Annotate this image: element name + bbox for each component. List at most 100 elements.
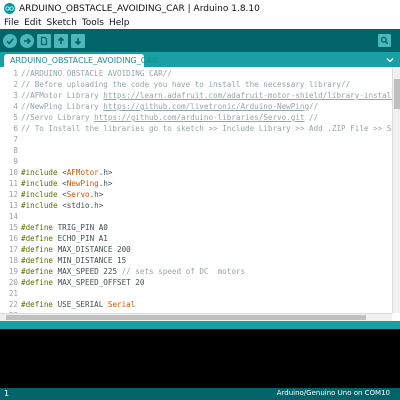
code-text: #define MIN_DISTANCE 15 <box>21 255 126 266</box>
line-number: 3 <box>13 91 18 100</box>
line-number: 7 <box>13 135 18 144</box>
code-text: #include <AFMotor.h> <box>21 167 112 178</box>
line-number: 19 <box>8 267 18 276</box>
code-token: USE_SERIAL <box>57 300 108 309</box>
arrow-right-icon <box>24 37 32 44</box>
code-line[interactable]: 14 <box>0 211 400 222</box>
code-line[interactable]: 10 #include <AFMotor.h> <box>0 167 400 178</box>
line-number: 2 <box>13 80 18 89</box>
toolbar <box>0 29 400 52</box>
code-token: // <box>309 102 319 111</box>
code-line[interactable]: 12 #include <Servo.h> <box>0 189 400 200</box>
code-line[interactable]: 13 #include <stdio.h> <box>0 200 400 211</box>
code-token: // <box>304 113 319 122</box>
code-token: //AFMotor Library <box>21 91 104 100</box>
magnifier-icon <box>380 36 389 45</box>
code-line[interactable]: 4//NewPing Library https://github.com/li… <box>0 101 400 112</box>
horizontal-scrollbar[interactable] <box>0 313 392 321</box>
code-line[interactable]: 5//Servo Library https://github.com/ardu… <box>0 112 400 123</box>
upload-button[interactable] <box>20 33 34 48</box>
code-token: MAX_SPEED 225 <box>57 267 122 276</box>
code-editor[interactable]: 1//ARDUINO OBSTACLE AVOIDING CAR//2// Be… <box>0 67 400 321</box>
menu-help[interactable]: Help <box>109 18 130 28</box>
code-token: https://learn.adafruit.com/adafruit-moto… <box>103 91 396 100</box>
code-token: //NewPing Library <box>21 102 104 111</box>
code-line[interactable]: 6// To Install the libraries go to sketc… <box>0 123 400 134</box>
code-text: #define USE_SERIAL Serial <box>21 299 135 310</box>
line-number: 8 <box>13 146 18 155</box>
code-token: https://github.com/arduino-libraries/Ser… <box>94 113 305 122</box>
code-line[interactable]: 16 #define ECHO_PIN A1 <box>0 233 400 244</box>
save-arrow-down-icon <box>74 37 82 45</box>
code-token: #define <box>21 267 58 276</box>
line-number: 4 <box>13 102 18 111</box>
code-line[interactable]: 7 <box>0 134 400 145</box>
code-token: // sets speed of DC motors <box>121 267 246 276</box>
code-text: // To Install the libraries go to sketch… <box>21 123 400 134</box>
line-number: 10 <box>8 168 18 177</box>
serial-monitor-button[interactable] <box>378 34 391 47</box>
open-button[interactable] <box>54 33 68 48</box>
line-number: 13 <box>8 201 18 210</box>
line-number: 9 <box>13 157 18 166</box>
menu-file[interactable]: File <box>4 18 19 28</box>
code-line[interactable]: 9 <box>0 156 400 167</box>
menu-edit[interactable]: Edit <box>24 18 41 28</box>
code-line[interactable]: 18 #define MIN_DISTANCE 15 <box>0 255 400 266</box>
save-button[interactable] <box>71 33 85 48</box>
code-token: //ARDUINO OBSTACLE AVOIDING CAR// <box>21 69 172 78</box>
vertical-scrollbar[interactable] <box>392 67 400 313</box>
line-number: 14 <box>8 212 18 221</box>
window-title: ARDUINO_OBSTACLE_AVOIDING_CAR | Arduino … <box>19 3 260 14</box>
code-line[interactable]: 22 #define USE_SERIAL Serial <box>0 299 400 310</box>
horizontal-scroll-thumb[interactable] <box>6 315 366 320</box>
open-arrow-up-icon <box>57 36 65 44</box>
menu-bar: File Edit Sketch Tools Help <box>0 17 400 29</box>
line-number: 1 <box>13 69 18 78</box>
line-number: 5 <box>13 113 18 122</box>
line-number: 22 <box>8 300 18 309</box>
code-text: #define MAX_DISTANCE 200 <box>21 244 131 255</box>
code-line[interactable]: 21 <box>0 288 400 299</box>
code-line[interactable]: 17 #define MAX_DISTANCE 200 <box>0 244 400 255</box>
code-token: #define <box>21 223 58 232</box>
arduino-logo-icon <box>4 3 15 14</box>
menu-sketch[interactable]: Sketch <box>47 18 77 28</box>
code-token: #include <box>21 168 63 177</box>
tab-sketch[interactable]: ARDUINO_OBSTACLE_AVOIDING_CAR <box>4 54 157 67</box>
code-text: #include <NewPing.h> <box>21 178 112 189</box>
code-line[interactable]: 19 #define MAX_SPEED 225 // sets speed of… <box>0 266 400 277</box>
code-token: https://github.com/livetronic/Arduino-Ne… <box>103 102 310 111</box>
code-line[interactable]: 15 #define TRIG_PIN A0 <box>0 222 400 233</box>
code-token: // To Install the libraries go to sketch… <box>21 124 400 133</box>
code-token: #define <box>21 300 58 309</box>
code-line[interactable]: 1//ARDUINO OBSTACLE AVOIDING CAR// <box>0 68 400 79</box>
code-token: #define <box>21 278 58 287</box>
code-text: // Before uploading the code you have to… <box>21 79 350 90</box>
code-text: //ARDUINO OBSTACLE AVOIDING CAR// <box>21 68 172 79</box>
menu-tools[interactable]: Tools <box>82 18 104 28</box>
code-token: .h> <box>98 168 113 177</box>
console-divider[interactable] <box>0 321 400 329</box>
new-button[interactable] <box>37 33 51 48</box>
code-line[interactable]: 11 #include <NewPing.h> <box>0 178 400 189</box>
tab-menu-icon[interactable] <box>385 55 395 65</box>
code-token: #include <box>21 201 63 210</box>
code-text: //NewPing Library https://github.com/liv… <box>21 101 318 112</box>
line-number: 12 <box>8 190 18 199</box>
new-file-icon <box>40 36 48 45</box>
code-text: #define MAX_SPEED_OFFSET 20 <box>21 277 144 288</box>
code-token: ECHO_PIN A1 <box>57 234 108 243</box>
tab-bar: ARDUINO_OBSTACLE_AVOIDING_CAR <box>0 52 400 67</box>
status-board-port: Arduino/Genuino Uno on COM10 <box>276 389 390 397</box>
code-text: #include <Servo.h> <box>21 189 103 200</box>
code-line[interactable]: 20 #define MAX_SPEED_OFFSET 20 <box>0 277 400 288</box>
verify-button[interactable] <box>3 33 17 48</box>
line-number: 21 <box>8 289 18 298</box>
code-line[interactable]: 2// Before uploading the code you have t… <box>0 79 400 90</box>
code-token: #define <box>21 245 58 254</box>
code-token: #include <box>21 190 63 199</box>
code-line[interactable]: 8 <box>0 145 400 156</box>
code-line[interactable]: 3//AFMotor Library https://learn.adafrui… <box>0 90 400 101</box>
vertical-scroll-thumb[interactable] <box>394 79 400 109</box>
